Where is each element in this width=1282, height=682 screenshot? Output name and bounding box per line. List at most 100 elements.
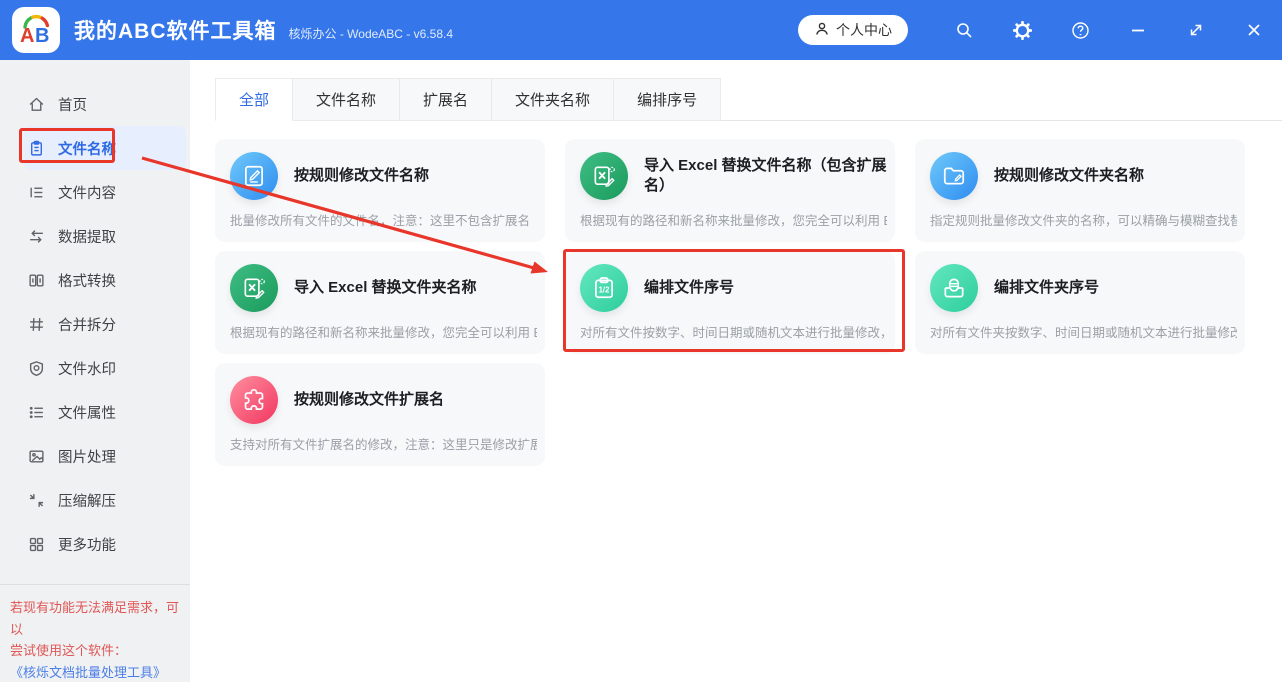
format-convert-icon [28,272,45,289]
card-head: 导入 Excel 替换文件夹名称 [230,263,537,313]
user-center-button[interactable]: 个人中心 [798,15,908,45]
sidebar-item-merge-split[interactable]: 合并拆分 [0,302,188,346]
tabbar: 全部 文件名称 扩展名 文件夹名称 编排序号 [215,78,1282,121]
file-attrs-icon [28,404,45,421]
image-process-icon [28,448,45,465]
sidebar-item-label: 更多功能 [58,534,116,555]
svg-text:1/2: 1/2 [599,286,611,295]
tab-file-name[interactable]: 文件名称 [293,78,400,121]
maximize-button[interactable] [1186,20,1206,40]
svg-text:A: A [20,25,34,47]
sidebar: 首页文件名称文件内容数据提取格式转换合并拆分文件水印文件属性图片处理压缩解压更多… [0,60,190,682]
sidebar-item-label: 格式转换 [58,270,116,291]
sidebar-item-label: 图片处理 [58,446,116,467]
sidebar-item-home[interactable]: 首页 [0,82,188,126]
tab-extension[interactable]: 扩展名 [400,78,492,121]
sidebar-item-label: 首页 [58,94,87,115]
puzzle-icon [230,376,278,424]
tab-label: 编排序号 [637,89,697,110]
sidebar-item-label: 文件水印 [58,358,116,379]
tab-folder-name[interactable]: 文件夹名称 [492,78,614,121]
folder-edit-icon [930,152,978,200]
minimize-button[interactable] [1128,20,1148,40]
clipboard-12-icon: 1/2 [580,264,628,312]
sidebar-item-label: 合并拆分 [58,314,116,335]
svg-text:B: B [35,25,49,47]
card-head: 按规则修改文件扩展名 [230,375,537,425]
tab-label: 文件名称 [316,89,376,110]
tab-serial[interactable]: 编排序号 [614,78,721,121]
app-title: 我的ABC软件工具箱 [74,15,277,45]
card-rename-file[interactable]: 按规则修改文件名称批量修改所有文件的文件名，注意：这里不包含扩展名 [215,139,545,242]
card-head: 导入 Excel 替换文件名称（包含扩展名） [580,151,887,201]
watermark-icon [28,360,45,377]
sidebar-item-label: 文件属性 [58,402,116,423]
sidebar-item-image-process[interactable]: 图片处理 [0,434,188,478]
compress-icon [28,492,45,509]
card-description: 根据现有的路径和新名称来批量修改，您完全可以利用 E [580,210,887,229]
app-subtitle: 核烁办公 - WodeABC - v6.58.4 [289,25,454,42]
card-description: 支持对所有文件扩展名的修改，注意：这里只是修改扩展 [230,434,537,453]
main-content: 全部 文件名称 扩展名 文件夹名称 编排序号 按规则修改文件名称批量修改所有文件的文件名… [190,60,1282,682]
help-icon[interactable] [1070,20,1090,40]
sidebar-divider [0,584,190,585]
sidebar-item-label: 文件内容 [58,182,116,203]
sidebar-item-file-content[interactable]: 文件内容 [0,170,188,214]
tab-label: 扩展名 [423,89,468,110]
tab-all[interactable]: 全部 [215,78,293,121]
card-serial-file[interactable]: 1/2 编排文件序号对所有文件按数字、时间日期或随机文本进行批量修改， [565,251,895,354]
app-body: 首页文件名称文件内容数据提取格式转换合并拆分文件水印文件属性图片处理压缩解压更多… [0,60,1282,682]
card-title: 导入 Excel 替换文件名称（包含扩展名） [644,156,887,196]
sidebar-item-label: 文件名称 [58,138,116,159]
card-description: 对所有文件按数字、时间日期或随机文本进行批量修改， [580,322,887,341]
card-title: 编排文件序号 [644,278,734,298]
user-center-label: 个人中心 [836,20,892,40]
card-excel-replace-file-name[interactable]: 导入 Excel 替换文件名称（包含扩展名） 根据现有的路径和新名称来批量修改，您… [565,139,895,242]
card-head: 按规则修改文件名称 [230,151,537,201]
sidebar-item-label: 数据提取 [58,226,116,247]
sidebar-item-file-name[interactable]: 文件名称 [24,126,186,170]
merge-split-icon [28,316,45,333]
card-description: 根据现有的路径和新名称来批量修改，您完全可以利用 E [230,322,537,341]
data-extract-icon [28,228,45,245]
card-head: 编排文件夹序号 [930,263,1237,313]
notice-link[interactable]: 《核烁文档批量处理工具》 [10,662,186,682]
sidebar-item-file-attrs[interactable]: 文件属性 [0,390,188,434]
sidebar-item-label: 压缩解压 [58,490,116,511]
file-content-icon [28,184,45,201]
file-name-icon [28,140,45,157]
card-head: 按规则修改文件夹名称 [930,151,1237,201]
card-rename-folder[interactable]: 按规则修改文件夹名称指定规则批量修改文件夹的名称，可以精确与模糊查找替 [915,139,1245,242]
notice-line: 若现有功能无法满足需求，可以 [10,597,186,640]
sidebar-notice: 若现有功能无法满足需求，可以 尝试使用这个软件： 《核烁文档批量处理工具》 它是… [0,595,190,682]
sidebar-item-format-convert[interactable]: 格式转换 [0,258,188,302]
tab-label: 全部 [239,89,269,110]
sidebar-item-data-extract[interactable]: 数据提取 [0,214,188,258]
excel-doc-icon [580,152,628,200]
close-button[interactable] [1244,20,1264,40]
card-title: 按规则修改文件夹名称 [994,166,1144,186]
sidebar-item-more[interactable]: 更多功能 [0,522,188,566]
excel-doc-icon [230,264,278,312]
card-excel-replace-folder-name[interactable]: 导入 Excel 替换文件夹名称根据现有的路径和新名称来批量修改，您完全可以利用… [215,251,545,354]
edit-doc-icon [230,152,278,200]
more-icon [28,536,45,553]
card-serial-folder[interactable]: 编排文件夹序号对所有文件夹按数字、时间日期或随机文本进行批量修改 [915,251,1245,354]
card-title: 导入 Excel 替换文件夹名称 [294,278,477,298]
card-title: 按规则修改文件扩展名 [294,390,444,410]
card-grid: 按规则修改文件名称批量修改所有文件的文件名，注意：这里不包含扩展名导入 Exce… [215,139,1245,466]
card-head: 1/2 编排文件序号 [580,263,887,313]
card-title: 按规则修改文件名称 [294,166,429,186]
sidebar-nav: 首页文件名称文件内容数据提取格式转换合并拆分文件水印文件属性图片处理压缩解压更多… [0,82,190,566]
search-icon[interactable] [954,20,974,40]
settings-gear-icon[interactable] [1012,20,1032,40]
titlebar-actions: 个人中心 [798,15,1264,45]
sidebar-item-compress[interactable]: 压缩解压 [0,478,188,522]
home-icon [28,96,45,113]
card-description: 指定规则批量修改文件夹的名称，可以精确与模糊查找替 [930,210,1237,229]
drawer-icon [930,264,978,312]
notice-line: 尝试使用这个软件： [10,640,186,662]
titlebar: A B 我的ABC软件工具箱 核烁办公 - WodeABC - v6.58.4 … [0,0,1282,60]
sidebar-item-watermark[interactable]: 文件水印 [0,346,188,390]
card-rename-extension[interactable]: 按规则修改文件扩展名支持对所有文件扩展名的修改，注意：这里只是修改扩展 [215,363,545,466]
